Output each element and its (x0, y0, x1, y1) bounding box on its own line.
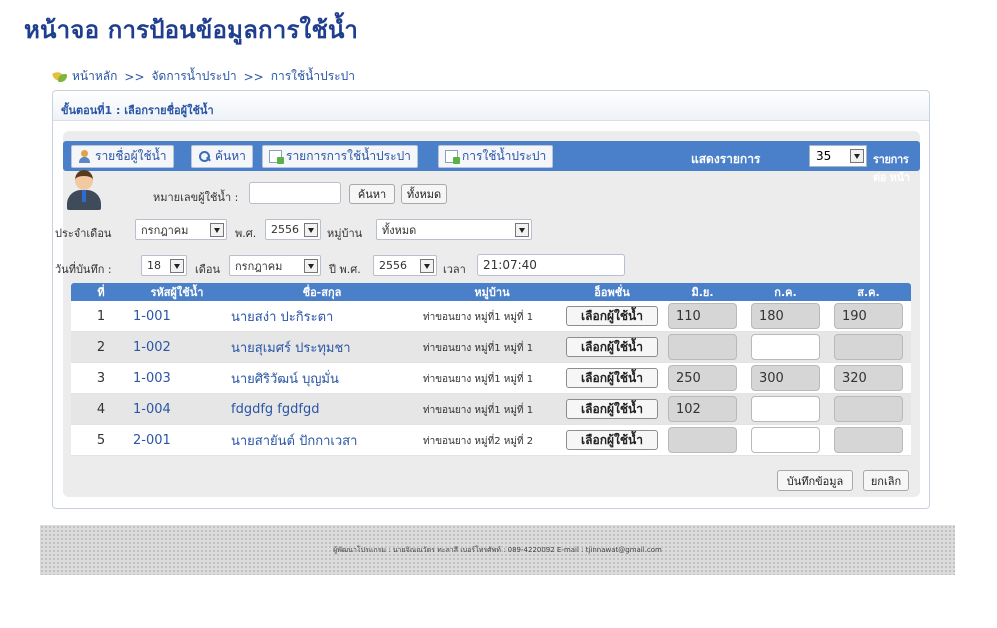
jul-usage-input[interactable] (751, 334, 820, 360)
user-name-link[interactable]: นายศิริวัฒน์ บุญมั่น (223, 363, 421, 393)
aug-usage-field: 320 (834, 365, 903, 391)
chevron-down-icon[interactable] (420, 259, 434, 273)
document-icon (269, 150, 284, 164)
page-title: หน้าจอ การป้อนข้อมูลการใช้น้ำ (24, 15, 359, 44)
usage-list-button[interactable]: รายการการใช้น้ำประปา (262, 145, 418, 168)
search-button[interactable]: ค้นหา (349, 184, 395, 204)
jun-usage-field (668, 334, 737, 360)
header-jul: ก.ค. (774, 286, 797, 299)
header-aug: ส.ค. (857, 286, 880, 299)
breadcrumb-current[interactable]: การใช้น้ำประปา (271, 67, 355, 86)
aug-usage-field (834, 396, 903, 422)
jun-usage-field: 250 (668, 365, 737, 391)
breadcrumb-home-link[interactable]: หน้าหลัก (72, 67, 117, 86)
user-no-label: หมายเลขผู้ใช้น้ำ : (153, 191, 239, 204)
header-code: รหัสผู้ใช้น้ำ (150, 286, 204, 299)
record-month-label: เดือน (195, 263, 221, 276)
jul-usage-field: 300 (751, 365, 820, 391)
usage-button[interactable]: การใช้น้ำประปา (438, 145, 554, 168)
year-label: พ.ศ. (235, 227, 257, 240)
chevron-down-icon[interactable] (304, 223, 318, 237)
users-list-button[interactable]: รายชื่อผู้ใช้น้ำ (71, 145, 174, 168)
select-user-button[interactable]: เลือกผู้ใช้น้ำ (566, 430, 658, 450)
record-year-select[interactable]: 2556 (373, 255, 437, 276)
jul-usage-field: 180 (751, 303, 820, 329)
step-header: ขั้นตอนที่1 : เลือกรายชื่อผู้ใช้น้ำ (53, 91, 929, 121)
table-row: 4 1-004 fdgdfg fgdfgd ท่าขอนยาง หมู่ที่1… (71, 394, 911, 425)
table-row: 2 1-002 นายสุเมศร์ ประทุมชา ท่าขอนยาง หม… (71, 332, 911, 363)
jul-usage-input[interactable] (751, 427, 820, 453)
aug-usage-field: 190 (834, 303, 903, 329)
jun-usage-field: 110 (668, 303, 737, 329)
village-label: หมู่บ้าน (327, 227, 363, 240)
header-village: หมู่บ้าน (474, 286, 510, 299)
table-row: 3 1-003 นายศิริวัฒน์ บุญมั่น ท่าขอนยาง ห… (71, 363, 911, 394)
breadcrumb-separator: >> (124, 69, 145, 84)
user-code-link[interactable]: 1-003 (131, 363, 223, 393)
user-code-link[interactable]: 1-001 (131, 301, 223, 331)
user-code-link[interactable]: 1-004 (131, 394, 223, 424)
cancel-button[interactable]: ยกเลิก (863, 470, 909, 491)
aug-usage-field (834, 334, 903, 360)
month-select[interactable]: กรกฎาคม (135, 219, 227, 240)
document-icon (445, 150, 460, 164)
user-avatar-icon (65, 170, 103, 210)
user-name-link[interactable]: นายสายันต์ ปักกาเวสา (223, 425, 421, 455)
per-page-select[interactable]: 35 (809, 145, 867, 167)
user-no-input[interactable] (249, 182, 341, 204)
village-select[interactable]: ทั้งหมด (376, 219, 532, 240)
breadcrumb-separator: >> (243, 69, 264, 84)
time-input[interactable]: 21:07:40 (477, 254, 625, 276)
search-tab-button[interactable]: ค้นหา (191, 145, 253, 168)
water-usage-table: ที่ รหัสผู้ใช้น้ำ ชื่อ-สกุล หมู่บ้าน อ็อ… (71, 283, 911, 466)
step-panel: ขั้นตอนที่1 : เลือกรายชื่อผู้ใช้น้ำ รายช… (52, 90, 930, 509)
table-row: 5 2-001 นายสายันต์ ปักกาเวสา ท่าขอนยาง ห… (71, 425, 911, 456)
breadcrumb-manage-link[interactable]: จัดการน้ำประปา (152, 67, 237, 86)
per-page-suffix: รายการ ต่อ หน้า (873, 153, 910, 184)
select-user-button[interactable]: เลือกผู้ใช้น้ำ (566, 368, 658, 388)
user-code-link[interactable]: 2-001 (131, 425, 223, 455)
toolbar: รายชื่อผู้ใช้น้ำ ค้นหา รายการการใช้น้ำปร… (63, 141, 920, 184)
table-header: ที่ รหัสผู้ใช้น้ำ ชื่อ-สกุล หมู่บ้าน อ็อ… (71, 283, 911, 301)
year-select[interactable]: 2556 (265, 219, 321, 240)
search-icon (198, 150, 211, 163)
user-name-link[interactable]: นายสง่า ปะกิระตา (223, 301, 421, 331)
user-code-link[interactable]: 1-002 (131, 332, 223, 362)
header-jun: มิ.ย. (691, 286, 714, 299)
record-year-label: ปี พ.ศ. (329, 263, 361, 276)
header-name: ชื่อ-สกุล (302, 286, 342, 299)
record-month-select[interactable]: กรกฎาคม (229, 255, 321, 276)
chevron-down-icon[interactable] (515, 223, 529, 237)
day-select[interactable]: 18 (141, 255, 187, 276)
time-label: เวลา (443, 263, 466, 276)
chevron-down-icon[interactable] (210, 223, 224, 237)
user-name-link[interactable]: นายสุเมศร์ ประทุมชา (223, 332, 421, 362)
jun-usage-field (668, 427, 737, 453)
select-user-button[interactable]: เลือกผู้ใช้น้ำ (566, 306, 658, 326)
save-button[interactable]: บันทึกข้อมูล (777, 470, 853, 491)
breadcrumb: หน้าหลัก >> จัดการน้ำประปา >> การใช้น้ำป… (52, 67, 355, 86)
table-row: 1 1-001 นายสง่า ปะกิระตา ท่าขอนยาง หมู่ท… (71, 301, 911, 332)
jul-usage-input[interactable] (751, 396, 820, 422)
user-name-link[interactable]: fdgdfg fgdfgd (223, 394, 421, 424)
chevron-down-icon[interactable] (170, 259, 184, 273)
users-icon (78, 150, 91, 163)
footer: ผู้พัฒนาโปรแกรม : นายจิณณวัตร ทะลาสี เบอ… (40, 525, 955, 575)
header-no: ที่ (97, 286, 105, 299)
leaf-icon (52, 70, 68, 84)
footer-credits: ผู้พัฒนาโปรแกรม : นายจิณณวัตร ทะลาสี เบอ… (333, 545, 662, 554)
aug-usage-field (834, 427, 903, 453)
month-label: ประจำเดือน (55, 227, 112, 240)
select-user-button[interactable]: เลือกผู้ใช้น้ำ (566, 399, 658, 419)
header-option: อ็อพชั่น (594, 286, 630, 299)
record-date-label: วันที่บันทึก : (55, 263, 112, 276)
jun-usage-field: 102 (668, 396, 737, 422)
chevron-down-icon[interactable] (850, 149, 864, 163)
show-all-button[interactable]: ทั้งหมด (401, 184, 447, 204)
show-label: แสดงรายการ (691, 152, 761, 166)
chevron-down-icon[interactable] (304, 259, 318, 273)
select-user-button[interactable]: เลือกผู้ใช้น้ำ (566, 337, 658, 357)
